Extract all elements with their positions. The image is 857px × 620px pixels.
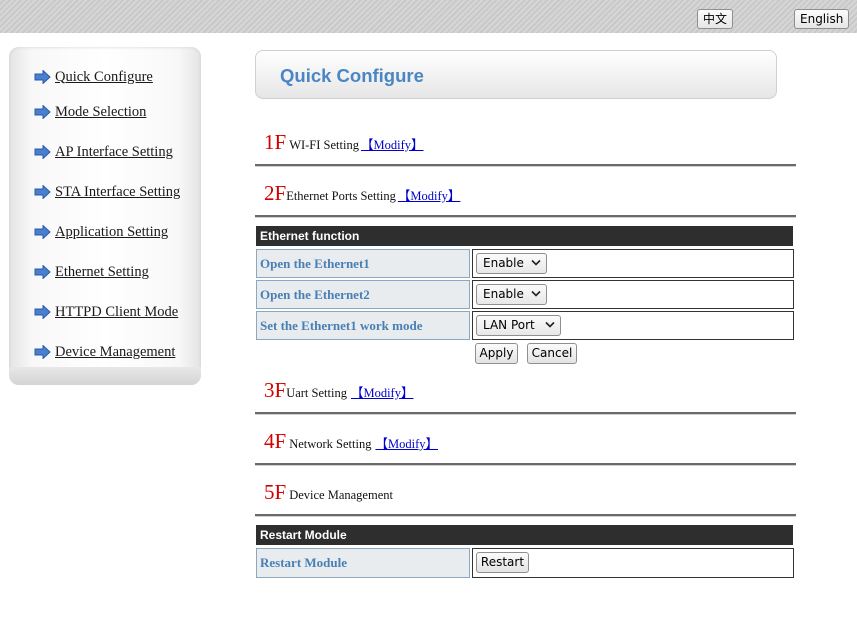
section-label: Device Management	[289, 488, 393, 502]
floor-number: 1F	[264, 130, 287, 154]
arrow-right-icon	[34, 185, 51, 199]
sidebar-item-label: Application Setting	[55, 223, 169, 240]
floor-number: 4F	[264, 429, 287, 453]
ethernet2-select-value: Enable	[483, 287, 524, 301]
workmode-select-value: LAN Port	[483, 318, 535, 332]
section-ethernet-ports: 2F Ethernet Ports Setting 【Modify】	[264, 181, 460, 209]
lang-english-button[interactable]: English	[794, 9, 850, 29]
section-device-management: 5F Device Management	[264, 480, 393, 508]
ethernet1-workmode-select[interactable]: LAN Port	[476, 315, 561, 336]
arrow-right-icon	[34, 225, 51, 239]
chevron-down-icon	[531, 290, 541, 297]
divider	[255, 463, 796, 466]
sidebar-footer	[9, 367, 201, 385]
modify-link-ethernet[interactable]: 【Modify】	[398, 185, 461, 204]
cancel-button[interactable]: Cancel	[527, 343, 577, 364]
divider	[255, 412, 796, 415]
ethernet2-label: Open the Ethernet2	[256, 280, 470, 309]
arrow-right-icon	[34, 145, 51, 159]
section-label: Network Setting	[289, 437, 372, 451]
divider	[255, 164, 796, 167]
ethernet1-workmode-label: Set the Ethernet1 work mode	[256, 311, 470, 340]
floor-number: 2F	[264, 181, 287, 205]
sidebar-item-ap-interface[interactable]: AP Interface Setting	[34, 142, 173, 162]
ethernet2-cell: Enable	[472, 280, 794, 309]
page-title-box: Quick Configure	[255, 50, 777, 99]
ethernet2-select[interactable]: Enable	[476, 284, 547, 305]
sidebar: Quick Configure Mode Selection AP Interf…	[9, 47, 201, 385]
sidebar-item-label: AP Interface Setting	[55, 143, 173, 160]
ethernet1-workmode-cell: LAN Port	[472, 311, 794, 340]
arrow-right-icon	[34, 345, 51, 359]
section-label: Uart Setting	[286, 386, 347, 400]
arrow-right-icon	[34, 105, 51, 119]
arrow-right-icon	[34, 70, 51, 84]
sidebar-item-httpd-client[interactable]: HTTPD Client Mode	[34, 302, 178, 322]
ethernet1-select-value: Enable	[483, 256, 524, 270]
ethernet1-select[interactable]: Enable	[476, 253, 547, 274]
restart-table-header: Restart Module	[256, 525, 793, 545]
apply-button[interactable]: Apply	[475, 343, 518, 364]
lang-chinese-button[interactable]: 中文	[697, 9, 734, 29]
modify-link-uart[interactable]: 【Modify】	[351, 382, 414, 401]
arrow-right-icon	[34, 265, 51, 279]
sidebar-item-label: HTTPD Client Mode	[55, 303, 179, 320]
sidebar-item-ethernet[interactable]: Ethernet Setting	[34, 262, 149, 282]
page-title: Quick Configure	[280, 65, 424, 86]
top-bar: 中文 English	[0, 0, 857, 33]
modify-link-wifi[interactable]: 【Modify】	[361, 134, 424, 153]
chevron-down-icon	[545, 321, 555, 328]
sidebar-item-label: Quick Configure	[55, 68, 153, 85]
divider	[255, 514, 796, 517]
arrow-right-icon	[34, 305, 51, 319]
sidebar-item-quick-configure[interactable]: Quick Configure	[34, 67, 153, 87]
sidebar-item-sta-interface[interactable]: STA Interface Setting	[34, 182, 180, 202]
ethernet1-cell: Enable	[472, 249, 794, 278]
divider	[255, 215, 796, 218]
sidebar-item-label: STA Interface Setting	[55, 183, 181, 200]
sidebar-item-mode-selection[interactable]: Mode Selection	[34, 102, 146, 122]
restart-module-cell: Restart	[472, 548, 794, 578]
ethernet1-label: Open the Ethernet1	[256, 249, 470, 278]
floor-number: 3F	[264, 378, 287, 402]
restart-button[interactable]: Restart	[476, 552, 529, 573]
ethernet-table-header: Ethernet function	[256, 226, 793, 246]
section-uart: 3F Uart Setting 【Modify】	[264, 378, 413, 406]
section-label: WI-FI Setting	[289, 138, 359, 152]
sidebar-item-application[interactable]: Application Setting	[34, 222, 168, 242]
sidebar-item-device-management[interactable]: Device Management	[34, 342, 175, 362]
sidebar-item-label: Ethernet Setting	[55, 263, 149, 280]
modify-link-network[interactable]: 【Modify】	[375, 433, 438, 452]
section-wifi: 1F WI-FI Setting 【Modify】	[264, 130, 424, 158]
sidebar-item-label: Mode Selection	[55, 103, 147, 120]
chevron-down-icon	[531, 259, 541, 266]
restart-module-label: Restart Module	[256, 548, 470, 578]
sidebar-item-label: Device Management	[55, 343, 176, 360]
section-network: 4F Network Setting 【Modify】	[264, 429, 438, 457]
floor-number: 5F	[264, 480, 287, 504]
section-label: Ethernet Ports Setting	[286, 189, 396, 203]
